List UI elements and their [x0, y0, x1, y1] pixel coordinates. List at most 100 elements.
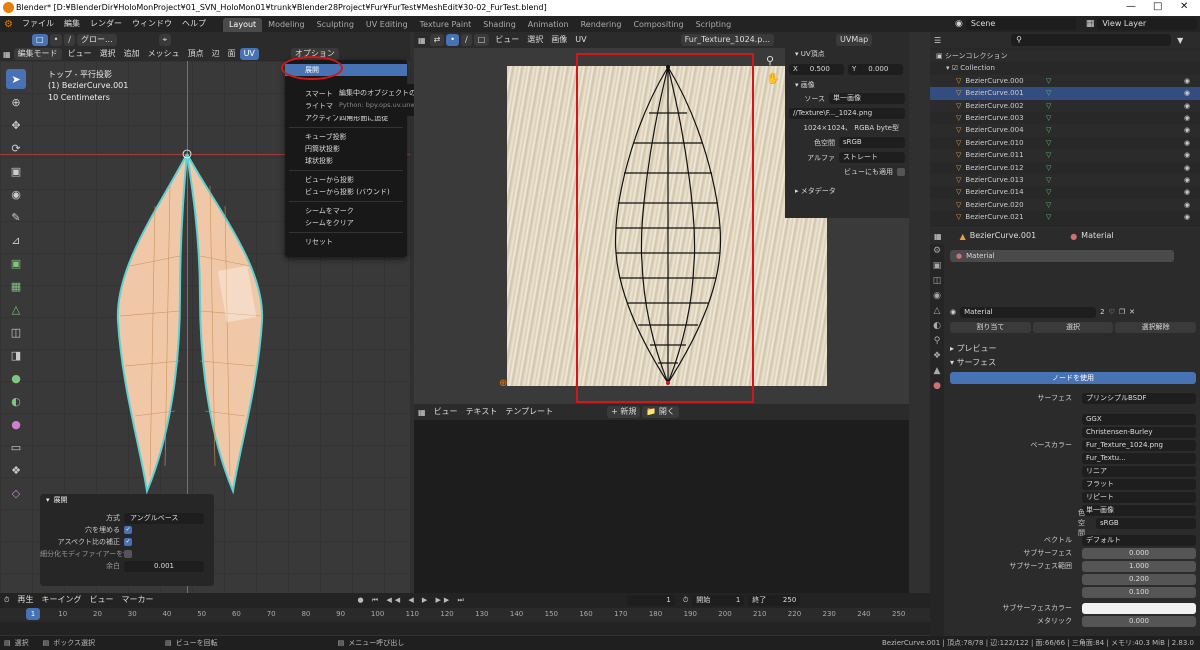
outliner-item[interactable]: ▽ BezierCurve.010 ▽ ◉: [930, 137, 1200, 149]
material-slot[interactable]: ● Material: [950, 250, 1174, 262]
image-selector[interactable]: Fur_Texture_1024.p...: [680, 34, 774, 46]
inset-tool-icon[interactable]: ▦: [6, 276, 26, 296]
outliner-item[interactable]: ▽ BezierCurve.001 ▽ ◉: [930, 87, 1200, 100]
tab-texture-paint[interactable]: Texture Paint: [414, 18, 478, 32]
outliner-type-icon[interactable]: ☰: [934, 36, 941, 45]
menu-item-mark-seam[interactable]: シームをマーク: [285, 205, 407, 217]
menu-file[interactable]: ファイル: [17, 16, 59, 32]
uv-edge-mode-icon[interactable]: ∕: [460, 34, 472, 46]
viewport-menu-view[interactable]: ビュー: [64, 46, 96, 62]
outliner-item[interactable]: ▽ BezierCurve.004 ▽ ◉: [930, 124, 1200, 137]
smooth-tool-icon[interactable]: ●: [6, 414, 26, 434]
unlink-icon[interactable]: ✕: [1129, 308, 1135, 316]
menu-item-sphere[interactable]: 球状投影: [285, 155, 407, 167]
playback-menu[interactable]: 再生: [13, 592, 37, 608]
subsurface-radius-x[interactable]: 1.000: [1082, 560, 1196, 572]
use-nodes-button[interactable]: ノードを使用: [950, 372, 1196, 384]
visibility-eye-icon[interactable]: ◉: [1184, 137, 1190, 149]
shrink-tool-icon[interactable]: ❖: [6, 460, 26, 480]
measure-tool-icon[interactable]: ⊿: [6, 230, 26, 250]
preview-section[interactable]: ▸ プレビュー: [950, 341, 1200, 355]
subsurface-method-select[interactable]: Christensen-Burley: [1082, 426, 1196, 438]
cursor-tool-icon[interactable]: ⊕: [6, 92, 26, 112]
timeline-view-menu[interactable]: ビュー: [85, 592, 117, 608]
viewport-menu-uv[interactable]: UV: [239, 48, 259, 60]
menu-item-reset[interactable]: リセット: [285, 236, 407, 248]
material-name-field[interactable]: Material: [960, 306, 1097, 318]
tab-compositing[interactable]: Compositing: [627, 18, 689, 32]
vertex-mode-icon[interactable]: •: [49, 34, 63, 46]
uv-menu-view[interactable]: ビュー: [491, 32, 523, 48]
transform-tool-icon[interactable]: ◉: [6, 184, 26, 204]
transform-orientation[interactable]: グロー...: [76, 34, 117, 46]
material-browse-icon[interactable]: ◉: [950, 308, 956, 316]
filter-icon[interactable]: ▼: [1177, 36, 1183, 45]
tab-modeling[interactable]: Modeling: [262, 18, 310, 32]
visibility-eye-icon[interactable]: ◉: [1184, 100, 1190, 112]
colorspace-select[interactable]: sRGB: [839, 137, 905, 148]
poly-build-tool-icon[interactable]: ●: [6, 368, 26, 388]
end-frame-field[interactable]: 終了 250: [748, 594, 801, 606]
view-layer-selector[interactable]: View Layer: [1097, 18, 1198, 30]
outliner-item[interactable]: ▽ BezierCurve.021 ▽ ◉: [930, 211, 1200, 223]
mesh-shape[interactable]: [100, 146, 280, 496]
shear-tool-icon[interactable]: ◇: [6, 483, 26, 503]
maximize-icon[interactable]: □: [1153, 1, 1162, 12]
tab-uv-editing[interactable]: UV Editing: [360, 18, 414, 32]
menu-edit[interactable]: 編集: [59, 16, 85, 32]
outliner-item[interactable]: ▽ BezierCurve.020 ▽ ◉: [930, 198, 1200, 212]
zoom-icon[interactable]: ⚲: [766, 54, 774, 67]
duplicate-icon[interactable]: ❐: [1119, 308, 1125, 316]
outliner-item[interactable]: ▽ BezierCurve.011 ▽ ◉: [930, 149, 1200, 162]
playhead[interactable]: 1: [26, 608, 40, 620]
viewport-menu-edge[interactable]: 辺: [208, 46, 224, 62]
subsurface-radius-z[interactable]: 0.100: [1082, 586, 1196, 598]
minimize-icon[interactable]: —: [1126, 1, 1136, 12]
timeline-type-icon[interactable]: ⏱: [0, 596, 13, 605]
scale-tool-icon[interactable]: ▣: [6, 161, 26, 181]
marker-menu[interactable]: マーカー: [117, 592, 157, 608]
text-editor-type-icon[interactable]: ▦: [414, 408, 430, 417]
blender-menu-icon[interactable]: ⚙: [0, 19, 17, 30]
use-subsurf-checkbox[interactable]: [124, 550, 132, 558]
base-color-link[interactable]: Fur_Texture_1024.png: [1082, 439, 1196, 451]
image-section[interactable]: ▾ 画像: [785, 79, 909, 91]
projection-select[interactable]: フラット: [1082, 478, 1196, 490]
subsurface-field[interactable]: 0.000: [1082, 547, 1196, 559]
tab-layout[interactable]: Layout: [222, 17, 263, 32]
keying-menu[interactable]: キーイング: [37, 592, 85, 608]
outliner-item[interactable]: ▽ BezierCurve.014 ▽ ◉: [930, 186, 1200, 198]
uv-x-field[interactable]: X 0.500: [789, 64, 844, 75]
correct-aspect-checkbox[interactable]: ✓: [124, 538, 132, 546]
visibility-eye-icon[interactable]: ◉: [1184, 162, 1190, 174]
outliner-item[interactable]: ▽ BezierCurve.003 ▽ ◉: [930, 112, 1200, 124]
annotate-tool-icon[interactable]: ✎: [6, 207, 26, 227]
tab-animation[interactable]: Animation: [522, 18, 575, 32]
mode-selector[interactable]: 編集モード: [13, 48, 62, 60]
scene-selector[interactable]: Scene: [965, 18, 1076, 30]
select-tool-icon[interactable]: ➤: [6, 69, 26, 89]
knife-tool-icon[interactable]: ◨: [6, 345, 26, 365]
uv-menu-select[interactable]: 選択: [523, 32, 547, 48]
visibility-eye-icon[interactable]: ◉: [1184, 149, 1190, 161]
viewport-menu-select[interactable]: 選択: [96, 46, 120, 62]
tab-rendering[interactable]: Rendering: [575, 18, 628, 32]
visibility-eye-icon[interactable]: ◉: [1184, 186, 1190, 198]
menu-item-clear-seam[interactable]: シームをクリア: [285, 217, 407, 229]
outliner-root[interactable]: ▣ シーンコレクション: [930, 50, 1200, 63]
viewport-menu-face[interactable]: 面: [224, 46, 240, 62]
uv-vertex-section[interactable]: ▾ UV頂点: [785, 48, 909, 60]
bevel-tool-icon[interactable]: △: [6, 299, 26, 319]
distribution-select[interactable]: GGX: [1082, 413, 1196, 425]
image-texture-name[interactable]: Fur_Textu...: [1082, 452, 1196, 464]
timeline-ruler[interactable]: 1102030405060708090100110120130140150160…: [0, 608, 930, 622]
snap-icon[interactable]: ⌖: [158, 34, 172, 46]
view-as-render-checkbox[interactable]: [897, 168, 905, 176]
move-tool-icon[interactable]: ✥: [6, 115, 26, 135]
outliner-collection[interactable]: ▾ ☑ Collection: [930, 62, 1200, 74]
source-select[interactable]: 単一画像: [829, 93, 905, 104]
uv-map-selector[interactable]: UVMap: [836, 34, 873, 46]
tab-shading[interactable]: Shading: [477, 18, 522, 32]
assign-button[interactable]: 割り当て: [950, 321, 1031, 333]
subsurface-color-swatch[interactable]: [1082, 602, 1196, 614]
